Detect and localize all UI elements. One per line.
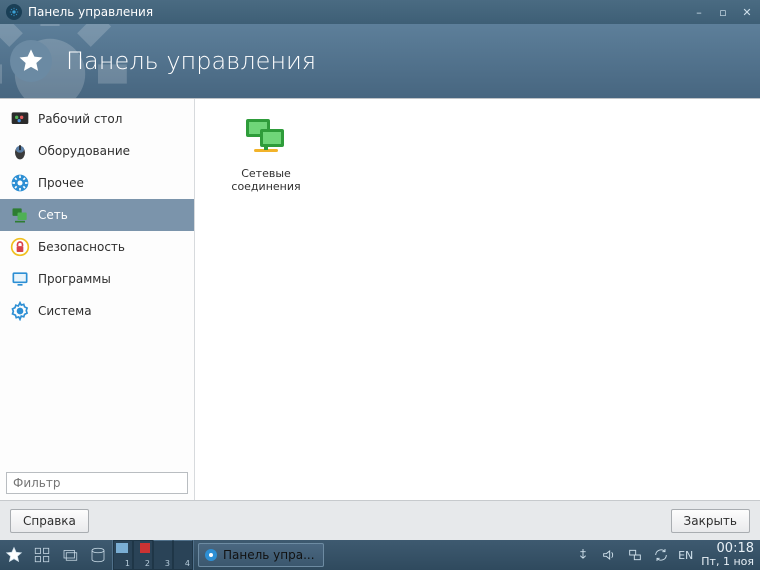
sidebar-item-label: Программы: [38, 272, 111, 286]
filter-input[interactable]: [6, 472, 188, 494]
tray-updates-icon[interactable]: [652, 546, 670, 564]
sidebar-item-other[interactable]: Прочее: [0, 167, 194, 199]
desktop-icon: [10, 109, 30, 129]
maximize-button[interactable]: ▫: [716, 5, 730, 19]
tray-usb-icon[interactable]: [574, 546, 592, 564]
mouse-icon: [10, 141, 30, 161]
taskbar-task-active[interactable]: Панель упра...: [198, 543, 324, 567]
sidebar-item-hardware[interactable]: Оборудование: [0, 135, 194, 167]
content-pane: Сетевые соединения: [195, 99, 760, 500]
start-button[interactable]: [0, 540, 28, 570]
pager-desktop-2[interactable]: 2: [133, 540, 153, 570]
tile-label: Сетевые соединения: [225, 167, 307, 193]
keyboard-layout[interactable]: EN: [678, 549, 693, 562]
tray-network-icon[interactable]: [626, 546, 644, 564]
sidebar-item-label: Безопасность: [38, 240, 125, 254]
close-dialog-button[interactable]: Закрыть: [671, 509, 750, 533]
desktop-pager[interactable]: 1 2 3 4: [112, 540, 194, 570]
gear-icon: [203, 547, 219, 563]
filter-wrap: [0, 466, 194, 500]
dialog-footer: Справка Закрыть: [0, 500, 760, 540]
pager-desktop-4[interactable]: 4: [173, 540, 193, 570]
monitor-icon: [10, 269, 30, 289]
sidebar-item-label: Сеть: [38, 208, 68, 222]
clock-date: Пт, 1 ноя: [701, 556, 754, 568]
pager-desktop-1[interactable]: 1: [113, 540, 133, 570]
pager-desktop-3[interactable]: 3: [153, 540, 173, 570]
windows-button[interactable]: [56, 540, 84, 570]
sidebar-item-label: Оборудование: [38, 144, 130, 158]
page-title: Панель управления: [66, 47, 316, 75]
sidebar-item-label: Прочее: [38, 176, 84, 190]
sidebar-item-network[interactable]: Сеть: [0, 199, 194, 231]
sidebar-item-system[interactable]: Система: [0, 295, 194, 327]
sidebar-item-label: Рабочий стол: [38, 112, 122, 126]
sidebar-item-label: Система: [38, 304, 92, 318]
main-area: Рабочий стол Оборудование Прочее Сеть: [0, 98, 760, 500]
help-button[interactable]: Справка: [10, 509, 89, 533]
tile-network-connections[interactable]: Сетевые соединения: [221, 109, 311, 197]
clock-time: 00:18: [701, 542, 754, 556]
window-title: Панель управления: [28, 5, 692, 19]
tray-volume-icon[interactable]: [600, 546, 618, 564]
sidebar: Рабочий стол Оборудование Прочее Сеть: [0, 99, 195, 500]
taskbar: 1 2 3 4 Панель упра... EN 00:18 Пт, 1 но…: [0, 540, 760, 570]
sidebar-item-programs[interactable]: Программы: [0, 263, 194, 295]
gear-icon: [10, 301, 30, 321]
network-icon: [10, 205, 30, 225]
task-label: Панель упра...: [223, 548, 315, 562]
close-button[interactable]: ✕: [740, 5, 754, 19]
show-desktop-button[interactable]: [28, 540, 56, 570]
files-button[interactable]: [84, 540, 112, 570]
window-titlebar: Панель управления – ▫ ✕: [0, 0, 760, 24]
gear-icon: [10, 173, 30, 193]
sidebar-item-security[interactable]: Безопасность: [0, 231, 194, 263]
taskbar-clock[interactable]: 00:18 Пт, 1 ноя: [701, 542, 754, 568]
star-badge-icon: [10, 40, 52, 82]
header-banner: Панель управления: [0, 24, 760, 98]
minimize-button[interactable]: –: [692, 5, 706, 19]
sidebar-item-desktop[interactable]: Рабочий стол: [0, 103, 194, 135]
network-connections-icon: [242, 113, 290, 161]
app-icon: [6, 4, 22, 20]
lock-icon: [10, 237, 30, 257]
category-list: Рабочий стол Оборудование Прочее Сеть: [0, 99, 194, 466]
